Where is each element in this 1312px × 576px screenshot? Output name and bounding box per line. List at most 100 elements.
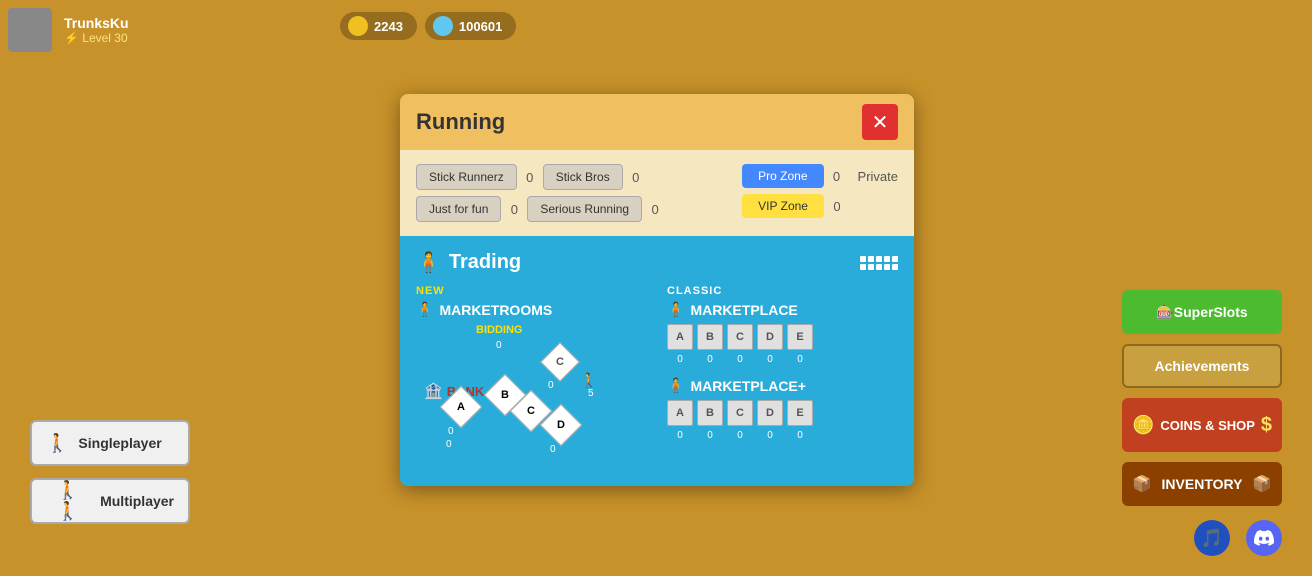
slot-b[interactable]: B — [697, 324, 723, 350]
close-button[interactable]: ✕ — [862, 104, 898, 140]
slot-c[interactable]: C — [727, 324, 753, 350]
superslots-button[interactable]: 🎰 SuperSlots — [1122, 290, 1282, 334]
top-count-row: 0 — [496, 340, 502, 351]
inventory-label: INVENTORY — [1162, 476, 1243, 492]
marketrooms-icon: 🧍 — [416, 301, 433, 318]
bidding-label: BIDDING — [476, 324, 647, 336]
inventory-button[interactable]: 📦 INVENTORY 📦 — [1122, 462, 1282, 506]
singleplayer-button[interactable]: 🚶 Singleplayer — [30, 420, 190, 466]
gem-icon — [433, 16, 453, 36]
private-label: Private — [858, 169, 898, 184]
marketplace-slot-counts: 0 0 0 0 0 — [667, 354, 898, 365]
diamond-a-count: 0 — [448, 426, 454, 437]
trading-section: 🧍 Trading — [400, 236, 914, 486]
grid-dot — [892, 264, 898, 270]
music-button[interactable]: 🎵 — [1194, 520, 1230, 556]
username: TrunksKu — [64, 15, 129, 31]
currency-group: 2243 100601 — [340, 12, 516, 40]
avatar — [8, 8, 52, 52]
grid-dot — [876, 256, 882, 262]
grid-dot — [884, 256, 890, 262]
singleplayer-label: Singleplayer — [78, 435, 161, 451]
stick-runnerz-count: 0 — [523, 170, 537, 185]
serious-running-button[interactable]: Serious Running — [527, 196, 642, 222]
marketplace-plus-title: 🧍 MARKETPLACE+ — [667, 377, 898, 394]
serious-running-count: 0 — [648, 202, 662, 217]
coins-shop-symbol: $ — [1261, 414, 1272, 437]
marketplace-icon: 🧍 — [667, 301, 684, 318]
achievements-button[interactable]: Achievements — [1122, 344, 1282, 388]
superslots-label: SuperSlots — [1174, 304, 1248, 320]
marketplace-plus-section: 🧍 MARKETPLACE+ A B C D E 0 0 0 0 — [667, 377, 898, 441]
top-bar: TrunksKu ⚡ Level 30 — [8, 8, 129, 52]
pro-zone-button[interactable]: Pro Zone — [742, 164, 823, 188]
diamond-d-count: 0 — [550, 444, 556, 455]
marketplace-plus-icon: 🧍 — [667, 377, 684, 394]
just-for-fun-button[interactable]: Just for fun — [416, 196, 501, 222]
running-section: Stick Runnerz 0 Stick Bros 0 Just for fu… — [400, 150, 914, 236]
marketrooms-title: 🧍 MARKETROOMS — [416, 301, 647, 318]
stick-bros-button[interactable]: Stick Bros — [543, 164, 623, 190]
modal-header: Running ✕ — [400, 94, 914, 150]
plus-slot-count-3: 0 — [727, 430, 753, 441]
superslots-icon: 🎰 — [1156, 304, 1173, 321]
plus-slot-a[interactable]: A — [667, 400, 693, 426]
trading-body: NEW 🧍 MARKETROOMS BIDDING 0 C — [416, 285, 898, 450]
multiplayer-label: Multiplayer — [100, 493, 174, 509]
plus-slot-b[interactable]: B — [697, 400, 723, 426]
marketplace-plus-slot-grid: A B C D E — [667, 400, 898, 426]
plus-slot-count-4: 0 — [757, 430, 783, 441]
bid-top-count: 0 — [548, 380, 554, 391]
grid-dot — [868, 264, 874, 270]
plus-slot-c[interactable]: C — [727, 400, 753, 426]
grid-dot — [860, 256, 866, 262]
just-for-fun-count: 0 — [507, 202, 521, 217]
running-modal: Running ✕ Stick Runnerz 0 Stick Bros 0 J… — [400, 94, 914, 486]
inventory-icon-right: 📦 — [1252, 474, 1272, 494]
run-row-1: Stick Runnerz 0 Stick Bros 0 — [416, 164, 732, 190]
slot-e[interactable]: E — [787, 324, 813, 350]
discord-button[interactable] — [1246, 520, 1282, 556]
stick-bros-count: 0 — [629, 170, 643, 185]
marketplace-title: 🧍 MARKETPLACE — [667, 301, 898, 318]
marketplace-section: 🧍 MARKETPLACE A B C D E 0 0 0 0 — [667, 301, 898, 365]
slot-count-1: 0 — [667, 354, 693, 365]
bid-slot-top[interactable]: C — [540, 342, 580, 382]
multiplayer-icon: 🚶🚶 — [46, 480, 90, 522]
classic-label: CLASSIC — [667, 285, 898, 297]
left-trading-panel: NEW 🧍 MARKETROOMS BIDDING 0 C — [416, 285, 647, 450]
pro-zone-count: 0 — [830, 169, 844, 184]
bidding-figure-count: 5 — [588, 388, 594, 399]
slot-count-5: 0 — [787, 354, 813, 365]
bank-icon: 🏦 — [424, 382, 443, 400]
marketplace-plus-slot-counts: 0 0 0 0 0 — [667, 430, 898, 441]
plus-slot-e[interactable]: E — [787, 400, 813, 426]
coins-pill[interactable]: 2243 — [340, 12, 417, 40]
coins-shop-coin-icon: 🪙 — [1132, 415, 1154, 436]
left-sidebar: 🚶 Singleplayer 🚶🚶 Multiplayer — [30, 420, 190, 524]
user-info: TrunksKu ⚡ Level 30 — [64, 15, 129, 45]
coins-shop-button[interactable]: 🪙 COINS & SHOP $ — [1122, 398, 1282, 452]
trading-header: 🧍 Trading — [416, 250, 898, 275]
marketplace-slot-grid: A B C D E — [667, 324, 898, 350]
grid-icon — [860, 256, 898, 270]
right-trading-panel: CLASSIC 🧍 MARKETPLACE A B C D E — [667, 285, 898, 450]
plus-slot-d[interactable]: D — [757, 400, 783, 426]
slot-count-3: 0 — [727, 354, 753, 365]
gems-value: 100601 — [459, 19, 502, 34]
grid-dot — [860, 264, 866, 270]
gems-pill[interactable]: 100601 — [425, 12, 516, 40]
stick-runnerz-button[interactable]: Stick Runnerz — [416, 164, 517, 190]
run-row-2: Just for fun 0 Serious Running 0 — [416, 196, 732, 222]
bottom-count-a: 0 — [446, 439, 452, 450]
multiplayer-button[interactable]: 🚶🚶 Multiplayer — [30, 478, 190, 524]
slot-a[interactable]: A — [667, 324, 693, 350]
slot-count-2: 0 — [697, 354, 723, 365]
bottom-count-row: 0 — [446, 439, 452, 450]
slot-d[interactable]: D — [757, 324, 783, 350]
trading-person-icon: 🧍 — [416, 250, 441, 275]
plus-slot-count-1: 0 — [667, 430, 693, 441]
level: ⚡ Level 30 — [64, 31, 129, 45]
vip-zone-button[interactable]: VIP Zone — [742, 194, 824, 218]
vip-zone-count: 0 — [830, 199, 844, 214]
